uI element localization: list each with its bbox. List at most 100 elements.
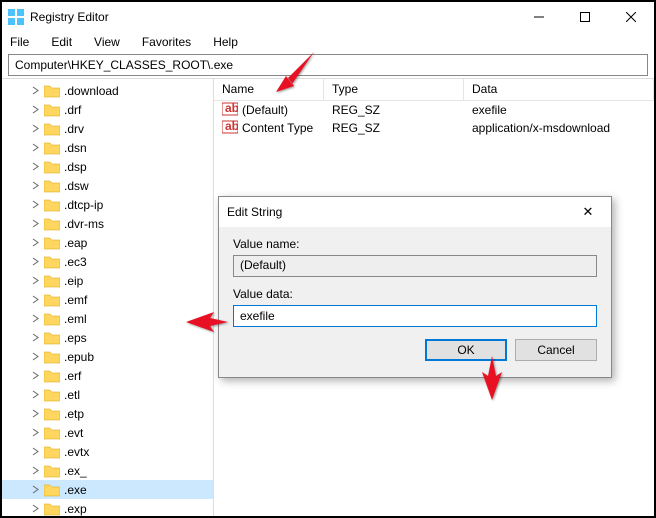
- tree-item[interactable]: .erf: [2, 366, 213, 385]
- tree-item-label: .eip: [64, 274, 83, 288]
- chevron-right-icon[interactable]: [28, 407, 42, 421]
- tree-item[interactable]: .etp: [2, 404, 213, 423]
- chevron-right-icon[interactable]: [28, 483, 42, 497]
- tree-item-label: .dsn: [64, 141, 87, 155]
- tree-item-label: .exe: [64, 483, 87, 497]
- minimize-button[interactable]: [516, 2, 562, 32]
- chevron-right-icon[interactable]: [28, 502, 42, 516]
- dialog-title: Edit String: [227, 205, 573, 219]
- titlebar[interactable]: Registry Editor: [2, 2, 654, 32]
- tree-item[interactable]: .dsn: [2, 138, 213, 157]
- svg-text:ab: ab: [225, 101, 238, 115]
- chevron-right-icon[interactable]: [28, 198, 42, 212]
- tree-item-label: .dsw: [64, 179, 89, 193]
- tree-item[interactable]: .eps: [2, 328, 213, 347]
- tree-item-label: .eps: [64, 331, 87, 345]
- chevron-right-icon[interactable]: [28, 350, 42, 364]
- dialog-titlebar[interactable]: Edit String ✕: [219, 197, 611, 227]
- ok-button[interactable]: OK: [425, 339, 507, 361]
- tree-item[interactable]: .dsw: [2, 176, 213, 195]
- value-data-input[interactable]: [233, 305, 597, 327]
- tree-item-label: .dvr-ms: [64, 217, 104, 231]
- tree-item-label: .erf: [64, 369, 81, 383]
- menu-view[interactable]: View: [90, 33, 124, 51]
- chevron-right-icon[interactable]: [28, 464, 42, 478]
- menu-edit[interactable]: Edit: [47, 33, 76, 51]
- tree-item-label: .etp: [64, 407, 84, 421]
- tree-item[interactable]: .dsp: [2, 157, 213, 176]
- value-name: Content Type: [242, 121, 313, 135]
- value-type: REG_SZ: [324, 121, 464, 135]
- cancel-button[interactable]: Cancel: [515, 339, 597, 361]
- value-type: REG_SZ: [324, 103, 464, 117]
- tree-item[interactable]: .evtx: [2, 442, 213, 461]
- tree-item-label: .drf: [64, 103, 81, 117]
- chevron-right-icon[interactable]: [28, 293, 42, 307]
- tree-item[interactable]: .drv: [2, 119, 213, 138]
- menu-help[interactable]: Help: [209, 33, 242, 51]
- tree-item[interactable]: .eml: [2, 309, 213, 328]
- dialog-close-button[interactable]: ✕: [573, 204, 603, 220]
- tree-item[interactable]: .emf: [2, 290, 213, 309]
- column-data[interactable]: Data: [464, 79, 654, 100]
- value-name: (Default): [242, 103, 288, 117]
- chevron-right-icon[interactable]: [28, 236, 42, 250]
- tree-item[interactable]: .dtcp-ip: [2, 195, 213, 214]
- tree-item-label: .ec3: [64, 255, 87, 269]
- list-header: Name Type Data: [214, 79, 654, 101]
- tree-item[interactable]: .dvr-ms: [2, 214, 213, 233]
- tree-pane[interactable]: .download .drf .drv .dsn .dsp .dsw .dtcp-ip .dv…: [2, 79, 214, 516]
- maximize-button[interactable]: [562, 2, 608, 32]
- tree-item-label: .eap: [64, 236, 87, 250]
- menu-file[interactable]: File: [6, 33, 33, 51]
- chevron-right-icon[interactable]: [28, 274, 42, 288]
- tree-item[interactable]: .eap: [2, 233, 213, 252]
- chevron-right-icon[interactable]: [28, 312, 42, 326]
- close-button[interactable]: [608, 2, 654, 32]
- chevron-right-icon[interactable]: [28, 141, 42, 155]
- tree-item-label: .dsp: [64, 160, 87, 174]
- tree-item[interactable]: .ec3: [2, 252, 213, 271]
- chevron-right-icon[interactable]: [28, 255, 42, 269]
- value-data-label: Value data:: [233, 287, 597, 301]
- tree-item[interactable]: .eip: [2, 271, 213, 290]
- tree-item[interactable]: .download: [2, 81, 213, 100]
- tree-item-label: .drv: [64, 122, 84, 136]
- tree-item[interactable]: .exp: [2, 499, 213, 516]
- tree-item[interactable]: .drf: [2, 100, 213, 119]
- value-row[interactable]: ab (Default) REG_SZexefile: [214, 101, 654, 119]
- chevron-right-icon[interactable]: [28, 369, 42, 383]
- chevron-right-icon[interactable]: [28, 103, 42, 117]
- tree-item-label: .eml: [64, 312, 87, 326]
- tree-item-label: .evt: [64, 426, 83, 440]
- menu-favorites[interactable]: Favorites: [138, 33, 195, 51]
- tree-item[interactable]: .etl: [2, 385, 213, 404]
- chevron-right-icon[interactable]: [28, 445, 42, 459]
- chevron-right-icon[interactable]: [28, 122, 42, 136]
- value-data: exefile: [464, 103, 654, 117]
- chevron-right-icon[interactable]: [28, 331, 42, 345]
- window-title: Registry Editor: [30, 10, 516, 24]
- address-input[interactable]: [13, 57, 643, 73]
- value-row[interactable]: abContent TypeREG_SZapplication/x-msdown…: [214, 119, 654, 137]
- tree-item[interactable]: .epub: [2, 347, 213, 366]
- string-value-icon: ab: [222, 101, 242, 120]
- tree-item[interactable]: .evt: [2, 423, 213, 442]
- tree-item[interactable]: .exe: [2, 480, 213, 499]
- tree-item-label: .evtx: [64, 445, 89, 459]
- chevron-right-icon[interactable]: [28, 179, 42, 193]
- chevron-right-icon[interactable]: [28, 388, 42, 402]
- regedit-icon: [8, 9, 24, 25]
- chevron-right-icon[interactable]: [28, 426, 42, 440]
- tree-item-label: .epub: [64, 350, 94, 364]
- tree-item[interactable]: .ex_: [2, 461, 213, 480]
- tree-item-label: .ex_: [64, 464, 87, 478]
- column-name[interactable]: Name: [214, 79, 324, 100]
- chevron-right-icon[interactable]: [28, 84, 42, 98]
- address-bar[interactable]: [8, 54, 648, 76]
- chevron-right-icon[interactable]: [28, 217, 42, 231]
- column-type[interactable]: Type: [324, 79, 464, 100]
- tree-item-label: .exp: [64, 502, 87, 516]
- chevron-right-icon[interactable]: [28, 160, 42, 174]
- menubar: File Edit View Favorites Help: [2, 32, 654, 52]
